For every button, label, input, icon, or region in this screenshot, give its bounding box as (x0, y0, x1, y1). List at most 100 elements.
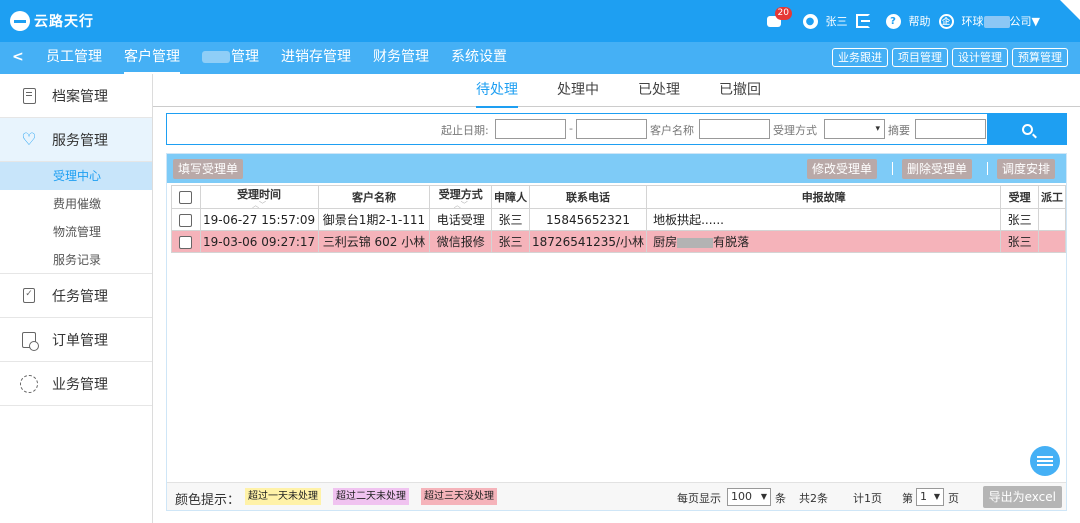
tab-processing[interactable]: 处理中 (557, 74, 599, 108)
user-name[interactable]: 张三 (826, 13, 848, 29)
company-selector[interactable]: 环球 公司▼ (962, 13, 1040, 29)
summary-input[interactable] (915, 119, 986, 139)
sidebar-subitem-service-records[interactable]: 服务记录 (0, 246, 152, 274)
add-ticket-button[interactable]: 填写受理单 (173, 159, 244, 179)
company-suffix: 公司▼ (1009, 15, 1040, 28)
floating-chat-button[interactable] (1030, 446, 1060, 476)
top-bar: 云路天行 20 ● 张三 ? 帮助 企 环球 公司▼ (0, 0, 1080, 42)
cell-customer: 御景台1期2-1-111 (317, 208, 431, 231)
tab-pending[interactable]: 待处理 (476, 74, 518, 108)
sidebar-subitem-fee-reminder[interactable]: 费用催缴 (0, 190, 152, 218)
page-suffix: 页 (948, 492, 959, 505)
sort-icon[interactable]: ︿﹀ (203, 202, 316, 208)
schedule-button[interactable]: 调度安排 (997, 159, 1056, 179)
column-header-phone: 联系电话 (529, 185, 648, 209)
sidebar-subitem-logistics[interactable]: 物流管理 (0, 218, 152, 246)
dropdown-arrow-icon: ▼ (933, 492, 940, 501)
start-date-input[interactable] (495, 119, 566, 139)
cell-phone: 15845652321 (529, 208, 648, 231)
fault-suffix: 有脱落 (713, 235, 750, 249)
tickets-table: 受理时间 ︿﹀ 客户名称 受理方式 ︿﹀ 申障人 联系电话 申报故障 受理 派工 1… (171, 185, 1067, 253)
legend-three-days: 超过三天没处理 (421, 488, 497, 505)
sidebar-subitem-reception-center[interactable]: 受理中心 (0, 162, 152, 190)
cell-applicant: 张三 (491, 208, 531, 231)
business-followup-button[interactable]: 业务跟进 (832, 48, 888, 67)
customer-name-input[interactable] (699, 119, 770, 139)
main-nav: < 员工管理 客户管理 管理 进销存管理 财务管理 系统设置 业务跟进 项目管理… (0, 42, 1080, 74)
sidebar-item-tasks[interactable]: ✓ 任务管理 (0, 274, 152, 318)
corner-fold-icon[interactable] (1060, 0, 1080, 20)
help-icon[interactable]: ? (885, 13, 901, 29)
user-icon[interactable]: ● (802, 13, 818, 29)
nav-item-settings[interactable]: 系统设置 (451, 42, 507, 74)
company-icon: 企 (938, 13, 954, 29)
budget-management-button[interactable]: 预算管理 (1012, 48, 1068, 67)
sidebar-item-service[interactable]: ♡ 服务管理 (0, 118, 152, 162)
date-range-dash: - (569, 122, 573, 135)
company-prefix: 环球 (961, 15, 984, 28)
legend-one-day: 超过一天未处理 (245, 488, 321, 505)
nav-item-staff[interactable]: 员工管理 (46, 42, 102, 74)
nav-item-finance[interactable]: 财务管理 (373, 42, 429, 74)
logo-icon (10, 11, 30, 31)
method-select[interactable]: ▾ (824, 119, 885, 139)
column-header-label: 受理方式 (438, 188, 483, 201)
logo-text: 云路天行 (34, 14, 94, 30)
edit-ticket-button[interactable]: 修改受理单 (807, 159, 878, 179)
cell-handler: 张三 (1000, 208, 1039, 231)
column-header-label: 受理时间 (237, 188, 282, 201)
sidebar-item-label: 服务管理 (52, 132, 108, 149)
heart-icon: ♡ (21, 129, 37, 150)
sort-icon[interactable]: ︿﹀ (432, 202, 489, 208)
sidebar-item-business[interactable]: 业务管理 (0, 362, 152, 406)
per-page-select[interactable]: 100 ▼ (727, 488, 771, 506)
design-management-button[interactable]: 设计管理 (952, 48, 1008, 67)
row-select-cell (171, 208, 201, 231)
sidebar-item-label: 档案管理 (52, 88, 108, 105)
search-bar: 起止日期: - 客户名称 受理方式 ▾ 摘要 (166, 113, 1067, 145)
redacted-text (677, 237, 714, 248)
sidebar-item-label: 任务管理 (52, 288, 108, 305)
cell-fault: 厨房 有脱落 (646, 230, 1002, 253)
app-logo[interactable]: 云路天行 (10, 11, 94, 31)
page-prefix: 第 (902, 492, 913, 505)
project-management-button[interactable]: 项目管理 (892, 48, 948, 67)
logout-icon[interactable] (855, 14, 870, 28)
help-link[interactable]: 帮助 (909, 13, 931, 29)
column-header-customer: 客户名称 (317, 185, 431, 209)
tab-processed[interactable]: 已处理 (638, 74, 680, 108)
dropdown-arrow-icon: ▼ (760, 492, 767, 501)
delete-ticket-button[interactable]: 删除受理单 (902, 159, 973, 179)
select-all-checkbox[interactable] (179, 190, 193, 204)
export-excel-button[interactable]: 导出为excel (982, 486, 1062, 508)
chat-icon (1037, 456, 1053, 466)
table-row[interactable]: 19-06-27 15:57:09 御景台1期2-1-111 电话受理 张三 1… (171, 208, 1067, 231)
checklist-icon: ✓ (20, 287, 38, 305)
cell-handler: 张三 (1000, 230, 1039, 253)
message-icon[interactable]: 20 (766, 7, 792, 29)
per-page-unit: 条 (775, 492, 786, 505)
nav-item-inventory[interactable]: 进销存管理 (281, 42, 351, 74)
cell-phone: 18726541235/小林 (529, 230, 648, 253)
toolbar-divider (987, 162, 988, 175)
search-button[interactable] (987, 113, 1067, 145)
tab-withdrawn[interactable]: 已撤回 (719, 74, 761, 108)
nav-item-customer[interactable]: 客户管理 (124, 42, 180, 74)
table-row[interactable]: 19-03-06 09:27:17 三利云锦 602 小林 微信报修 张三 18… (171, 230, 1067, 253)
sidebar-item-archives[interactable]: 档案管理 (0, 74, 152, 118)
column-header-method[interactable]: 受理方式 ︿﹀ (429, 185, 493, 209)
cell-time: 19-03-06 09:27:17 (199, 230, 319, 253)
end-date-input[interactable] (576, 119, 647, 139)
status-tabs: 待处理 处理中 已处理 已撤回 (153, 74, 1080, 108)
column-header-dispatch: 派工 (1037, 185, 1067, 209)
row-checkbox[interactable] (179, 235, 193, 249)
page-select[interactable]: 1 ▼ (916, 488, 944, 506)
cell-dispatch (1037, 208, 1067, 231)
sidebar-item-orders[interactable]: 订单管理 (0, 318, 152, 362)
nav-back-icon[interactable]: < (12, 49, 24, 65)
reception-panel: 填写受理单 修改受理单 删除受理单 调度安排 受理时间 ︿﹀ 客户名称 受理方式 ︿… (166, 153, 1067, 511)
row-checkbox[interactable] (179, 213, 193, 227)
column-header-time[interactable]: 受理时间 ︿﹀ (199, 185, 319, 209)
nav-item-redacted[interactable]: 管理 (202, 42, 259, 74)
redacted-label (202, 51, 230, 63)
